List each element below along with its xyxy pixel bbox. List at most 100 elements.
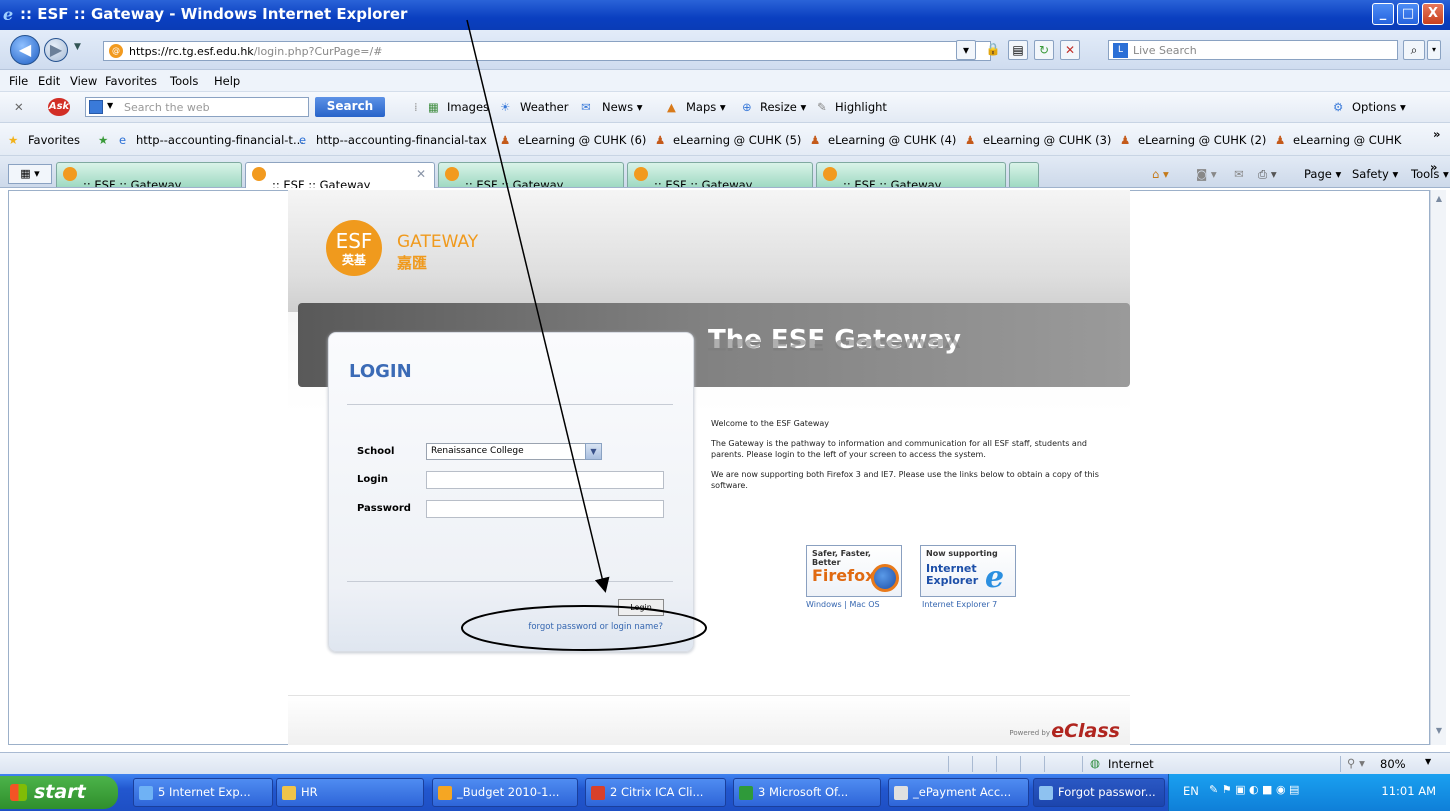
taskbar-item-ie[interactable]: 5 Internet Exp... (133, 778, 273, 807)
tray-icons[interactable]: ✎ ⚑ ▣ ◐ ■ ◉ ▤ (1209, 783, 1299, 796)
title-bar: e :: ESF :: Gateway - Windows Internet E… (0, 0, 1450, 30)
add-favorite-icon[interactable]: ★ (98, 133, 108, 147)
zoom-dropdown-icon[interactable]: ▼ (1425, 757, 1431, 766)
login-field[interactable] (426, 471, 664, 489)
scroll-down-icon[interactable]: ▼ (1433, 726, 1445, 740)
ask-search-button[interactable]: Search (315, 97, 385, 117)
safety-menu[interactable]: Safety ▾ (1352, 167, 1398, 181)
password-field[interactable] (426, 500, 664, 518)
favorite-link-6[interactable]: eLearning @ CUHK (3) (983, 133, 1111, 147)
url-field[interactable]: @ https://rc.tg.esf.edu.hk/login.php?Cur… (103, 41, 991, 61)
favorite-link-5[interactable]: eLearning @ CUHK (4) (828, 133, 956, 147)
print-icon[interactable]: ⎙ ▾ (1258, 167, 1277, 182)
compatibility-icon[interactable]: ▤ (1008, 40, 1028, 60)
more-commands-icon[interactable]: » (1430, 160, 1437, 174)
toolbar-close-icon[interactable]: ✕ (14, 100, 24, 114)
quick-tabs-button[interactable]: ▦ ▾ (8, 164, 52, 184)
resize-button[interactable]: Resize ▾ (760, 100, 806, 114)
divider (347, 404, 673, 405)
maximize-button[interactable]: □ (1397, 3, 1419, 25)
taskbar-label: 5 Internet Exp... (158, 785, 251, 799)
header-band: ESF 英基 GATEWAY 嘉匯 (288, 190, 1130, 312)
forward-button[interactable]: ▶ (44, 38, 68, 62)
weather-button[interactable]: Weather (520, 100, 568, 114)
ask-search-input[interactable]: ▼ Search the web (85, 97, 309, 117)
close-button[interactable]: X (1422, 3, 1444, 25)
news-button[interactable]: News ▾ (602, 100, 643, 114)
search-engine-dropdown-icon[interactable]: ▼ (107, 101, 113, 110)
tab-1[interactable]: :: ESF :: Gateway (56, 162, 242, 187)
menu-edit[interactable]: Edit (38, 74, 60, 88)
gateway-title-cn: 嘉匯 (397, 254, 428, 272)
ie-badge-tagline: Now supporting (926, 549, 998, 558)
favorite-link-2[interactable]: http--accounting-financial-tax (316, 133, 487, 147)
protected-mode-icon[interactable]: ⚲ ▾ (1347, 756, 1365, 770)
resize-icon: ⊕ (742, 100, 752, 114)
feeds-icon[interactable]: ◙ ▾ (1196, 167, 1217, 181)
tab-2-active[interactable]: :: ESF :: Gateway ✕ (245, 162, 435, 188)
new-tab-button[interactable] (1009, 162, 1039, 187)
search-options-icon[interactable]: ▾ (1427, 40, 1441, 60)
lock-icon[interactable]: 🔒 (983, 40, 1003, 60)
search-icon[interactable]: ⌕ (1403, 40, 1425, 60)
login-button[interactable]: Login (618, 599, 664, 616)
favorite-link-7[interactable]: eLearning @ CUHK (2) (1138, 133, 1266, 147)
tab-close-icon[interactable]: ✕ (416, 163, 426, 186)
favorite-link-3[interactable]: eLearning @ CUHK (6) (518, 133, 646, 147)
menu-favorites[interactable]: Favorites (105, 74, 157, 88)
taskbar-item-budget[interactable]: _Budget 2010-1... (432, 778, 578, 807)
refresh-icon[interactable]: ↻ (1034, 40, 1054, 60)
start-button[interactable]: start (0, 776, 118, 809)
menu-tools[interactable]: Tools (170, 74, 198, 88)
tab-5[interactable]: :: ESF :: Gateway (816, 162, 1006, 187)
banner-title-reflection: The ESF Gateway (708, 335, 961, 353)
ie-badge[interactable]: Now supporting Internet Explorer e (920, 545, 1016, 597)
highlight-button[interactable]: Highlight (835, 100, 887, 114)
history-dropdown-icon[interactable]: ▼ (74, 42, 81, 52)
options-button[interactable]: Options ▾ (1352, 100, 1406, 114)
language-indicator[interactable]: EN (1183, 784, 1199, 798)
tab-4[interactable]: :: ESF :: Gateway (627, 162, 813, 187)
clock[interactable]: 11:01 AM (1381, 784, 1436, 798)
ie-icon: e (3, 5, 14, 24)
images-button[interactable]: Images (447, 100, 489, 114)
maps-button[interactable]: Maps ▾ (686, 100, 726, 114)
taskbar-item-office[interactable]: 3 Microsoft Of... (733, 778, 881, 807)
security-zone[interactable]: Internet (1108, 757, 1154, 771)
url-dropdown-icon[interactable]: ▾ (956, 40, 976, 60)
page-menu[interactable]: Page ▾ (1304, 167, 1341, 181)
minimize-button[interactable]: _ (1372, 3, 1394, 25)
mail-icon[interactable]: ✉ (1234, 167, 1244, 181)
tab-3[interactable]: :: ESF :: Gateway (438, 162, 624, 187)
live-search-logo-icon: L (1113, 43, 1128, 58)
taskbar-item-forgot-password[interactable]: Forgot passwor... (1033, 778, 1165, 807)
zoom-level[interactable]: 80% (1380, 757, 1406, 771)
menu-help[interactable]: Help (214, 74, 240, 88)
chevron-down-icon[interactable]: ▼ (585, 443, 602, 460)
taskbar-item-citrix[interactable]: 2 Citrix ICA Cli... (585, 778, 726, 807)
taskbar-item-hr[interactable]: HR (276, 778, 424, 807)
favorite-link-8[interactable]: eLearning @ CUHK (1293, 133, 1401, 147)
school-select[interactable]: Renaissance College ▼ (426, 443, 602, 460)
cuhk-icon: ♟ (965, 133, 976, 147)
favorite-link-1[interactable]: http--accounting-financial-t... (136, 133, 304, 147)
menu-view[interactable]: View (70, 74, 97, 88)
ask-logo-icon[interactable]: Ask (48, 98, 70, 116)
menu-file[interactable]: File (9, 74, 28, 88)
scroll-up-icon[interactable]: ▲ (1433, 194, 1445, 208)
more-favorites-icon[interactable]: » (1433, 127, 1440, 141)
taskbar-item-epayment[interactable]: _ePayment Acc... (888, 778, 1029, 807)
favorite-link-4[interactable]: eLearning @ CUHK (5) (673, 133, 801, 147)
home-icon[interactable]: ⌂ ▾ (1152, 167, 1169, 181)
back-button[interactable]: ◀ (10, 35, 40, 65)
live-search-field[interactable]: L Live Search (1108, 40, 1398, 60)
welcome-heading: Welcome to the ESF Gateway (711, 419, 829, 428)
ie-download-link[interactable]: Internet Explorer 7 (922, 600, 997, 609)
firefox-badge[interactable]: Safer, Faster, Better Firefox (806, 545, 902, 597)
stop-icon[interactable]: ✕ (1060, 40, 1080, 60)
firefox-download-links[interactable]: Windows | Mac OS (806, 600, 880, 609)
vertical-scrollbar[interactable]: ▲ ▼ (1430, 190, 1446, 745)
favorites-button[interactable]: Favorites (28, 133, 80, 147)
forgot-password-link[interactable]: forgot password or login name? (528, 622, 663, 632)
ie-page-icon: e (299, 133, 307, 147)
